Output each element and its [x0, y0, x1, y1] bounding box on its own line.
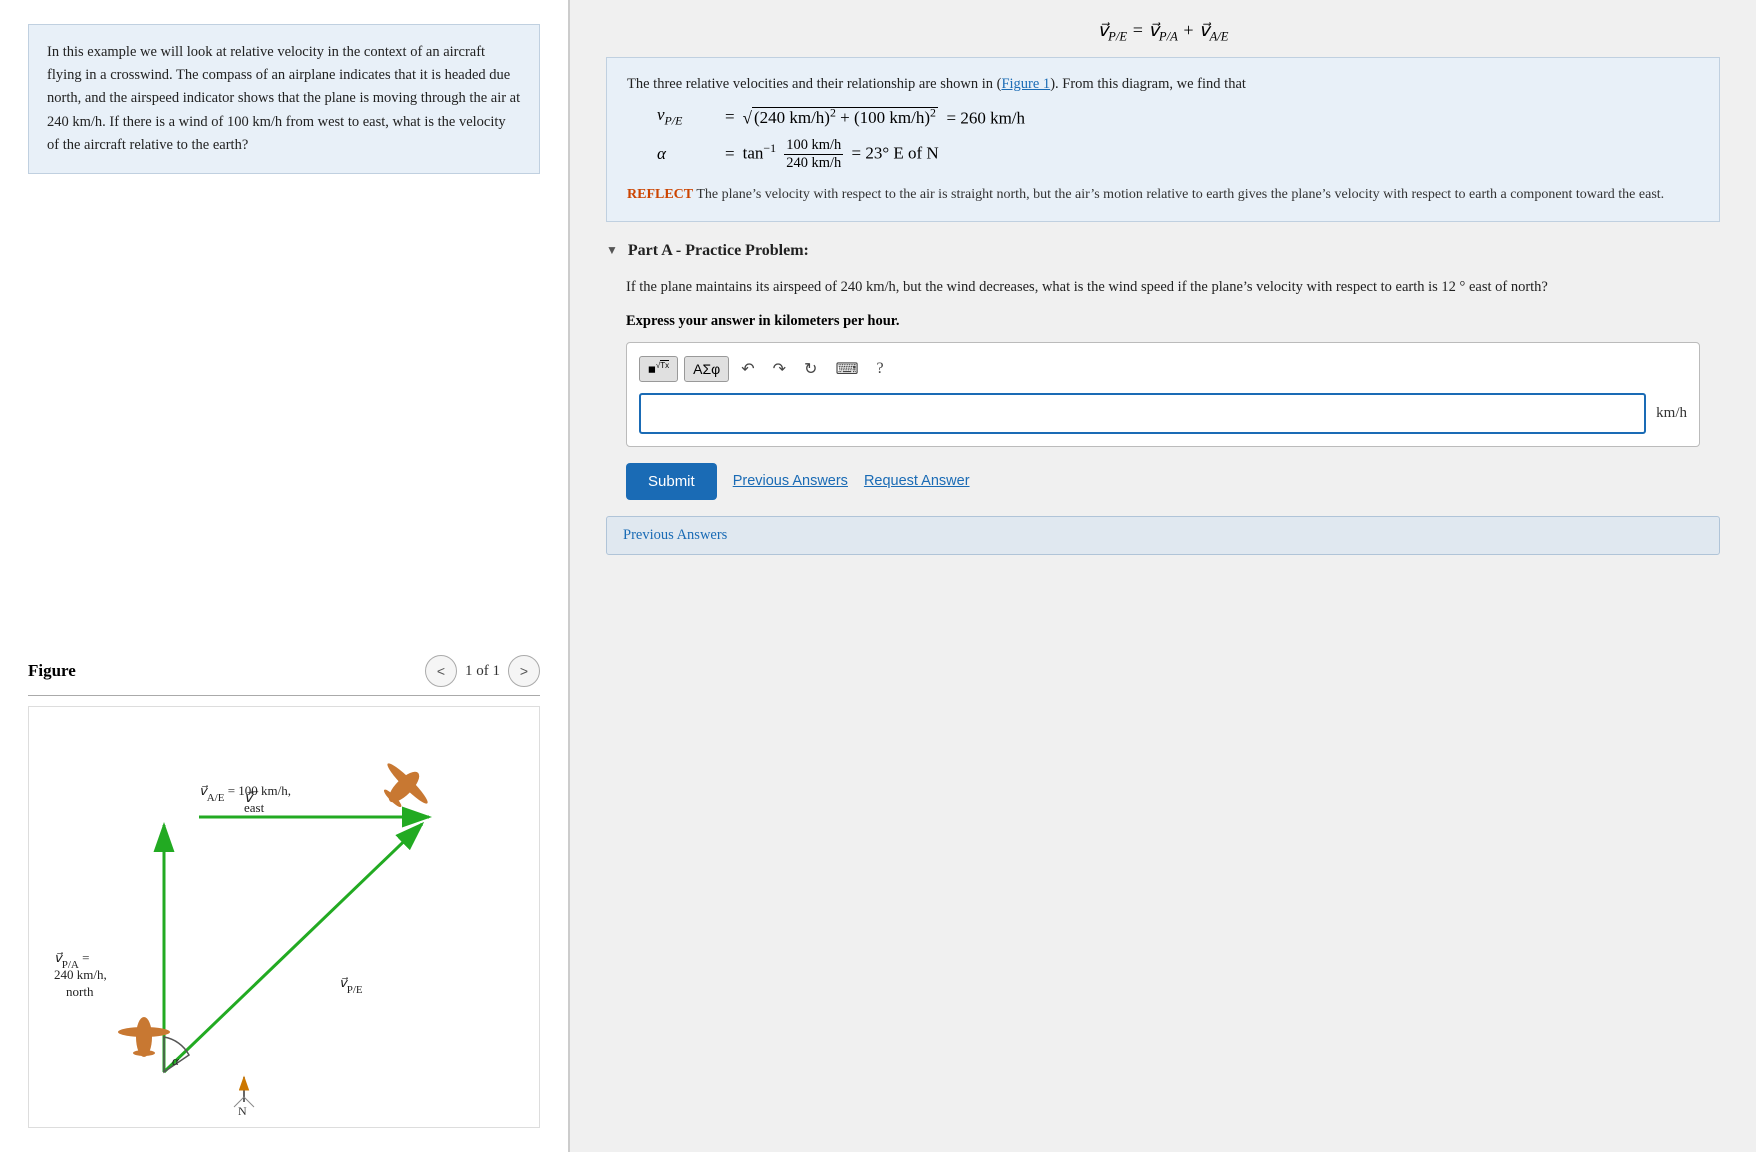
svg-text:N: N: [238, 1104, 247, 1118]
practice-problem-text: If the plane maintains its airspeed of 2…: [606, 276, 1720, 299]
svg-text:α: α: [172, 1053, 180, 1068]
figure-count: 1 of 1: [465, 663, 500, 680]
solution-box: The three relative velocities and their …: [606, 57, 1720, 222]
reflect-body: The plane’s velocity with respect to the…: [696, 187, 1664, 202]
answer-input[interactable]: [639, 393, 1646, 434]
reflect-label: REFLECT: [627, 187, 693, 202]
help-icon[interactable]: ?: [871, 356, 890, 382]
express-label: Express your answer in kilometers per ho…: [606, 313, 1720, 330]
part-a-label: Part A - Practice Problem:: [628, 242, 809, 260]
svg-text:east: east: [244, 800, 265, 815]
math-line-1: vP/E = √(240 km/h)2 + (100 km/h)2 = 260 …: [657, 105, 1699, 128]
symbol-button[interactable]: AΣφ: [684, 356, 729, 382]
unit-label: km/h: [1656, 405, 1687, 422]
previous-answers-bar[interactable]: Previous Answers: [606, 516, 1720, 555]
solution-intro: The three relative velocities and their …: [627, 74, 1699, 96]
undo-icon[interactable]: ↶: [735, 355, 760, 383]
figure-next-button[interactable]: >: [508, 655, 540, 687]
refresh-icon[interactable]: ↻: [798, 355, 823, 383]
answer-toolbar: ■√Tx AΣφ ↶ ↷ ↻ ⌨ ?: [639, 355, 1687, 383]
request-answer-button[interactable]: Request Answer: [864, 473, 970, 489]
action-row: Submit Previous Answers Request Answer: [606, 463, 1720, 500]
top-formula: v⃗P/E = v⃗P/A + v⃗A/E: [606, 20, 1720, 45]
figure-prev-button[interactable]: <: [425, 655, 457, 687]
figure-link[interactable]: Figure 1: [1001, 76, 1050, 92]
problem-text: In this example we will look at relative…: [47, 44, 520, 153]
chevron-down-icon: ▼: [606, 243, 618, 258]
submit-button[interactable]: Submit: [626, 463, 717, 500]
left-panel: In this example we will look at relative…: [0, 0, 570, 1152]
figure-diagram: v⃗ ̅ v⃗A/E = 100 km/h, east: [28, 706, 540, 1128]
chevron-right-icon: >: [520, 663, 528, 679]
previous-answers-text: Previous Answers: [623, 527, 727, 543]
right-panel: v⃗P/E = v⃗P/A + v⃗A/E The three relative…: [570, 0, 1756, 1152]
svg-text:240 km/h,: 240 km/h,: [54, 967, 107, 982]
velocity-diagram-svg: v⃗ ̅ v⃗A/E = 100 km/h, east: [29, 707, 539, 1127]
problem-text-box: In this example we will look at relative…: [28, 24, 540, 174]
figure-header: Figure < 1 of 1 >: [28, 655, 540, 696]
figure-title: Figure: [28, 661, 76, 681]
reflect-text: REFLECT The plane’s velocity with respec…: [627, 184, 1699, 205]
symbol-icon: AΣφ: [693, 361, 720, 377]
keyboard-icon[interactable]: ⌨: [829, 355, 864, 383]
matrix-button[interactable]: ■√Tx: [639, 356, 678, 381]
answer-box: ■√Tx AΣφ ↶ ↷ ↻ ⌨ ? km/h: [626, 342, 1700, 447]
figure-section: Figure < 1 of 1 >: [28, 655, 540, 1128]
part-a-header: ▼ Part A - Practice Problem:: [606, 242, 1720, 260]
input-row: km/h: [639, 393, 1687, 434]
chevron-left-icon: <: [437, 663, 445, 679]
matrix-icon: ■√Tx: [648, 361, 669, 376]
figure-nav: < 1 of 1 >: [425, 655, 540, 687]
svg-text:north: north: [66, 984, 94, 999]
math-line-2: α = tan−1 100 km/h 240 km/h = 23° E of N: [657, 137, 1699, 172]
previous-answers-button[interactable]: Previous Answers: [733, 473, 848, 489]
redo-icon[interactable]: ↷: [767, 355, 792, 383]
